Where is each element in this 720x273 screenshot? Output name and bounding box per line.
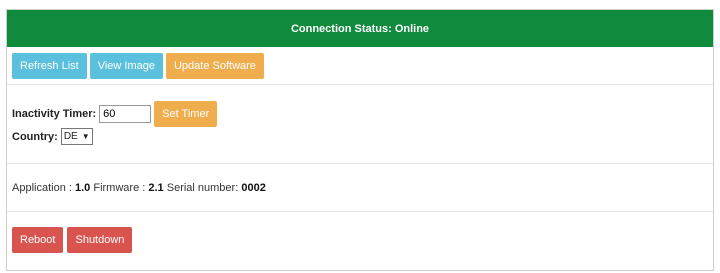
inactivity-timer-input[interactable] bbox=[99, 105, 152, 123]
country-selected-value: DE bbox=[63, 131, 78, 142]
control-panel: Connection Status: Online Refresh List V… bbox=[6, 9, 714, 271]
country-select[interactable]: DE ▼ bbox=[60, 128, 93, 145]
shutdown-button[interactable]: Shutdown bbox=[67, 227, 133, 253]
set-timer-button[interactable]: Set Timer bbox=[154, 101, 218, 127]
update-software-button[interactable]: Update Software bbox=[165, 53, 264, 79]
firmware-label: Firmware : bbox=[93, 181, 146, 194]
view-image-button[interactable]: View Image bbox=[89, 53, 163, 79]
connection-status-text: Connection Status: Online bbox=[290, 22, 430, 35]
country-label: Country: bbox=[12, 130, 58, 143]
serial-number-label: Serial number: bbox=[166, 181, 239, 194]
reboot-button[interactable]: Reboot bbox=[12, 227, 64, 253]
country-row: Country: DE ▼ bbox=[12, 128, 713, 145]
serial-number-value: 0002 bbox=[241, 181, 266, 194]
version-info: Application : 1.0 Firmware : 2.1 Serial … bbox=[7, 164, 713, 211]
timer-row: Inactivity Timer: Set Timer bbox=[12, 101, 713, 127]
inactivity-timer-label: Inactivity Timer: bbox=[12, 108, 97, 120]
power-actions: Reboot Shutdown bbox=[7, 212, 713, 253]
application-version: 1.0 bbox=[75, 181, 91, 194]
chevron-down-icon: ▼ bbox=[81, 132, 90, 141]
application-label: Application : bbox=[12, 181, 72, 194]
firmware-version: 2.1 bbox=[148, 181, 164, 194]
refresh-list-button[interactable]: Refresh List bbox=[12, 53, 87, 79]
connection-status-bar: Connection Status: Online bbox=[7, 10, 713, 47]
toolbar: Refresh List View Image Update Software bbox=[7, 47, 713, 84]
settings-section: Inactivity Timer: Set Timer Country: DE … bbox=[7, 85, 713, 163]
